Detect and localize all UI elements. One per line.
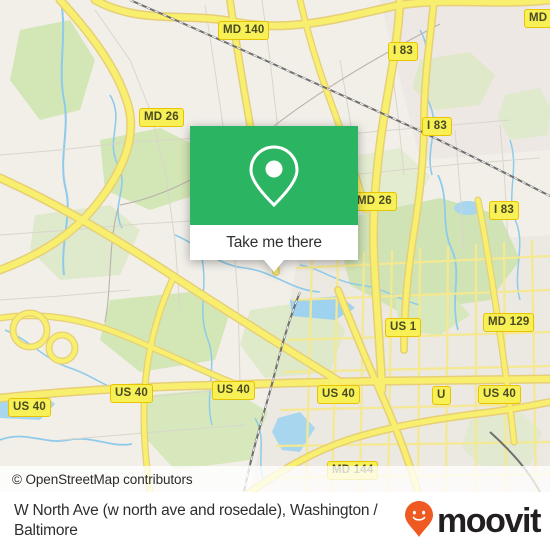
moovit-wordmark: moovit [436,502,541,540]
road-shield: I 83 [422,117,452,136]
moovit-smiley-pin-icon [404,500,434,543]
road-shield: MD 26 [139,108,184,127]
location-pin-icon [246,143,302,209]
place-title: W North Ave (w north ave and rosedale), … [14,502,378,539]
road-shield: MD 26 [352,192,397,211]
take-me-there-label: Take me there [226,233,322,251]
location-popup-card[interactable]: Take me there [190,126,358,272]
road-shield: U [432,386,451,405]
map-attribution[interactable]: © OpenStreetMap contributors [0,466,550,492]
map-canvas[interactable]: MD 140 MD I 83 MD 26 I 83 I 83 MD 26 US … [0,0,550,492]
app-screenshot: MD 140 MD I 83 MD 26 I 83 I 83 MD 26 US … [0,0,550,550]
road-shield: MD [524,9,550,28]
road-shield: MD 140 [218,21,270,40]
road-shield: US 1 [385,318,422,337]
footer-bar: W North Ave (w north ave and rosedale), … [0,492,550,550]
road-shield: US 40 [317,385,360,404]
road-shield: I 83 [489,201,519,220]
road-shield: US 40 [212,381,255,400]
road-shield: US 40 [110,384,153,403]
popup-action-area[interactable]: Take me there [190,225,358,260]
attribution-text: © OpenStreetMap contributors [12,471,193,487]
road-shield: US 40 [478,385,521,404]
moovit-brand[interactable]: moovit [404,500,541,543]
popup-icon-area [190,126,358,225]
road-shield: MD 129 [483,313,535,332]
road-shield: I 83 [388,42,418,61]
popup-pointer-tail [264,260,284,272]
road-shield: US 40 [8,398,51,417]
